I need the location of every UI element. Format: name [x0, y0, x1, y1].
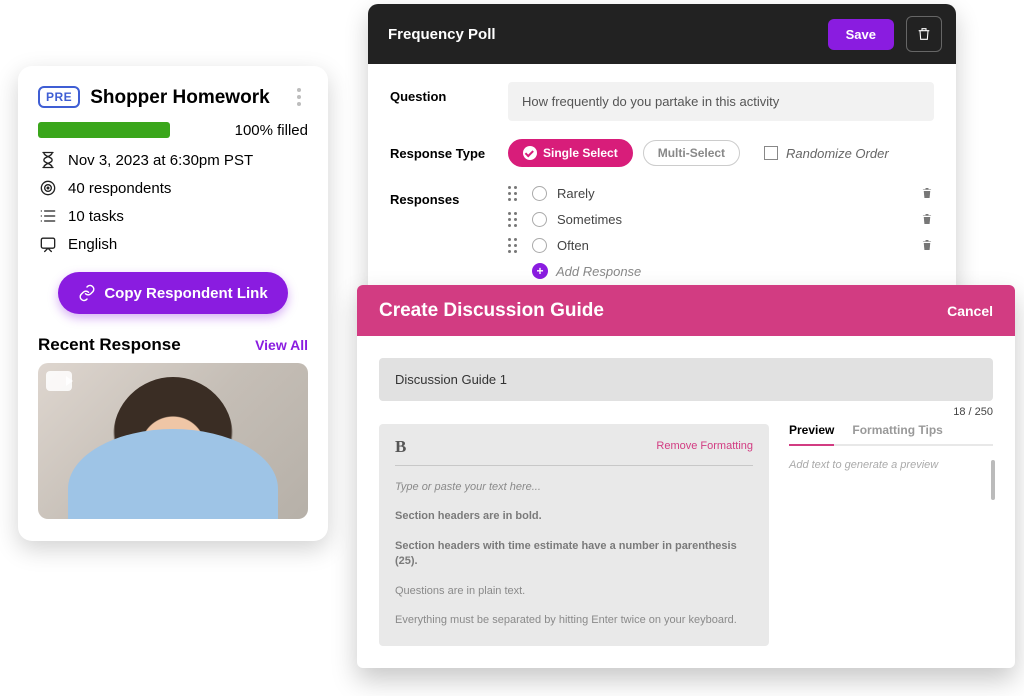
card-title: Shopper Homework — [90, 88, 280, 107]
add-response-button[interactable]: + Add Response — [532, 263, 934, 279]
preview-scrollbar[interactable] — [991, 460, 995, 500]
radio-icon[interactable] — [532, 238, 547, 253]
recent-response-label: Recent Response — [38, 336, 181, 353]
delete-response-button[interactable] — [920, 237, 934, 253]
remove-formatting-link[interactable]: Remove Formatting — [656, 441, 753, 452]
editor-placeholder: Type or paste your text here... — [395, 480, 753, 495]
responses-label: Responses — [390, 185, 500, 279]
language-icon — [38, 234, 58, 254]
tab-preview[interactable]: Preview — [789, 424, 834, 446]
pre-badge: PRE — [38, 86, 80, 108]
editor-hint: Section headers with time estimate have … — [395, 539, 753, 570]
delete-poll-button[interactable] — [906, 16, 942, 52]
editor-hint: Section headers are in bold. — [395, 509, 753, 524]
copy-respondent-link-button[interactable]: Copy Respondent Link — [58, 272, 287, 314]
randomize-label: Randomize Order — [786, 147, 889, 160]
link-icon — [78, 284, 96, 302]
radio-icon[interactable] — [532, 212, 547, 227]
card-menu-button[interactable] — [290, 88, 308, 106]
response-text[interactable]: Rarely — [557, 187, 910, 200]
question-label: Question — [390, 82, 500, 121]
preview-placeholder: Add text to generate a preview — [789, 459, 938, 471]
response-row: Rarely — [508, 185, 934, 201]
guide-title: Create Discussion Guide — [379, 301, 947, 320]
trash-icon — [916, 26, 932, 42]
poll-title: Frequency Poll — [388, 27, 816, 42]
save-button[interactable]: Save — [828, 19, 894, 50]
target-icon — [38, 178, 58, 198]
guide-name-input[interactable] — [379, 358, 993, 401]
progress-bar — [38, 122, 170, 138]
response-text[interactable]: Often — [557, 239, 910, 252]
radio-icon[interactable] — [532, 186, 547, 201]
multi-select-pill[interactable]: Multi-Select — [643, 140, 740, 166]
single-select-pill[interactable]: Single Select — [508, 139, 633, 167]
drag-handle-icon[interactable] — [508, 238, 522, 253]
char-counter: 18 / 250 — [379, 407, 993, 418]
randomize-checkbox[interactable] — [764, 146, 778, 160]
progress-label: 100% filled — [235, 123, 308, 138]
list-icon — [38, 206, 58, 226]
tasks: 10 tasks — [68, 209, 124, 224]
view-all-link[interactable]: View All — [255, 338, 308, 352]
hourglass-icon — [38, 150, 58, 170]
bold-button[interactable]: B — [395, 438, 406, 455]
delete-response-button[interactable] — [920, 185, 934, 201]
frequency-poll-panel: Frequency Poll Save Question Response Ty… — [368, 4, 956, 299]
homework-card: PRE Shopper Homework 100% filled Nov 3, … — [18, 66, 328, 541]
respondents: 40 respondents — [68, 181, 171, 196]
response-row: Often — [508, 237, 934, 253]
guide-editor[interactable]: B Remove Formatting Type or paste your t… — [379, 424, 769, 646]
response-text[interactable]: Sometimes — [557, 213, 910, 226]
response-type-label: Response Type — [390, 139, 500, 167]
delete-response-button[interactable] — [920, 211, 934, 227]
response-row: Sometimes — [508, 211, 934, 227]
tab-formatting-tips[interactable]: Formatting Tips — [852, 424, 942, 444]
response-thumbnail[interactable] — [38, 363, 308, 519]
editor-hint: Everything must be separated by hitting … — [395, 613, 753, 628]
discussion-guide-panel: Create Discussion Guide Cancel 18 / 250 … — [357, 285, 1015, 668]
check-icon — [523, 146, 537, 160]
language: English — [68, 237, 117, 252]
due-date: Nov 3, 2023 at 6:30pm PST — [68, 153, 253, 168]
drag-handle-icon[interactable] — [508, 212, 522, 227]
cancel-button[interactable]: Cancel — [947, 304, 993, 318]
editor-hint: Questions are in plain text. — [395, 584, 753, 599]
video-icon — [46, 371, 72, 391]
plus-icon: + — [532, 263, 548, 279]
question-input[interactable] — [508, 82, 934, 121]
drag-handle-icon[interactable] — [508, 186, 522, 201]
